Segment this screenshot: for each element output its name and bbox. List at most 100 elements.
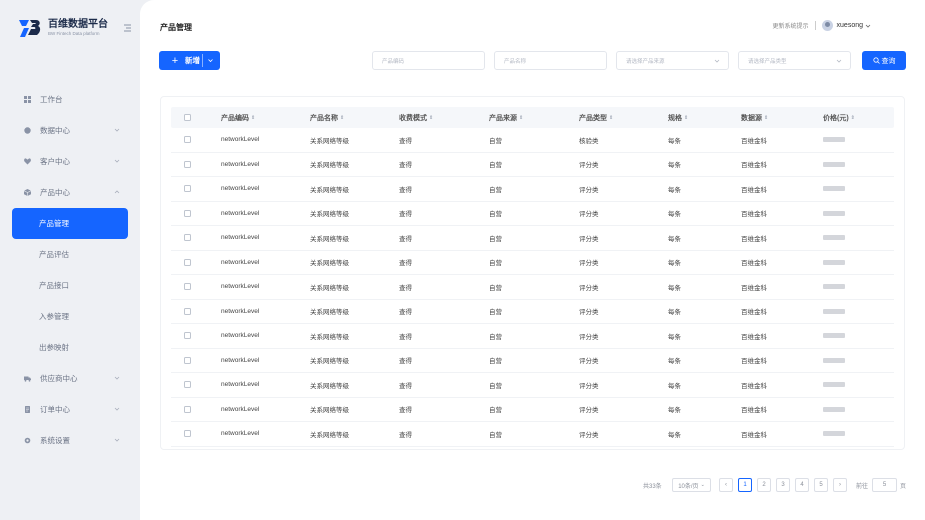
table-cell: 每条 xyxy=(668,407,681,415)
page-3-button[interactable]: 3 xyxy=(776,478,790,492)
table-cell: networkLevel xyxy=(221,307,260,315)
app-title: 百维数据平台 xyxy=(48,19,108,30)
table-row[interactable]: networkLevel 关系网络等级 查得 自营 评分类 每条 百维金科 xyxy=(171,226,894,251)
row-checkbox[interactable] xyxy=(184,332,191,340)
sidebar-item-workbench[interactable]: 工作台 xyxy=(12,84,128,115)
product-code-input[interactable]: 产品编码 xyxy=(372,51,485,70)
sidebar-item-label: 产品接口 xyxy=(39,281,69,290)
product-type-select[interactable]: 请选择产品类型 xyxy=(738,51,851,70)
row-checkbox[interactable] xyxy=(184,307,191,315)
row-checkbox[interactable] xyxy=(184,209,191,217)
page-4-button[interactable]: 4 xyxy=(795,478,809,492)
column-label: 规格 xyxy=(668,114,682,122)
chevron-down-icon[interactable] xyxy=(207,57,214,64)
sidebar-item-label: 系统设置 xyxy=(40,436,70,445)
change-password-link[interactable]: 更新系统提示 xyxy=(773,21,809,30)
main-panel: 产品管理 更新系统提示 xuesong + 新增 产品编码 产品名称 请选择产品… xyxy=(140,0,925,520)
row-checkbox[interactable] xyxy=(184,160,191,168)
table-cell: networkLevel xyxy=(221,405,260,413)
search-button[interactable]: 查询 xyxy=(862,51,906,70)
product-source-select[interactable]: 请选择产品来源 xyxy=(616,51,729,70)
sort-icon[interactable]: ⇕ xyxy=(519,115,523,121)
next-page-button[interactable]: › xyxy=(833,478,847,492)
column-header[interactable]: 价格(元) ⇕ xyxy=(823,107,855,128)
table-row[interactable]: networkLevel 关系网络等级 查得 自营 评分类 每条 百维金科 xyxy=(171,398,894,422)
row-checkbox[interactable] xyxy=(184,283,191,291)
avatar[interactable] xyxy=(821,20,833,31)
goto-page-input[interactable]: 5 xyxy=(872,478,897,492)
sidebar-item-output-mapping[interactable]: 出参映射 xyxy=(12,332,128,363)
table-row[interactable]: networkLevel 关系网络等级 查得 自营 评分类 每条 百维金科 xyxy=(171,202,894,226)
sidebar-item-input-params[interactable]: 入参管理 xyxy=(12,301,128,332)
table-cell: 查得 xyxy=(399,309,412,317)
row-checkbox[interactable] xyxy=(184,405,191,413)
table-cell: 自营 xyxy=(489,309,502,317)
table-row[interactable]: networkLevel 关系网络等级 查得 自营 评分类 每条 百维金科 xyxy=(171,275,894,300)
sidebar-item-supplier-center[interactable]: 供应商中心 xyxy=(12,363,128,394)
page-1-button[interactable]: 1 xyxy=(738,478,752,492)
menu-collapse-icon[interactable] xyxy=(124,24,131,32)
sidebar-item-product-evaluation[interactable]: 产品评估 xyxy=(12,239,128,270)
sort-icon[interactable]: ⇕ xyxy=(764,115,768,121)
row-checkbox[interactable] xyxy=(184,381,191,389)
column-header[interactable]: 产品名称 ⇕ xyxy=(310,107,344,128)
sidebar-item-label: 入参管理 xyxy=(39,312,69,321)
table-cell: 每条 xyxy=(668,260,681,268)
column-header[interactable]: 收费模式 ⇕ xyxy=(399,107,433,128)
app-logo[interactable]: 百维数据平台 BW Fintech Data platform xyxy=(18,18,108,38)
sidebar-item-product-interface[interactable]: 产品接口 xyxy=(12,270,128,301)
sort-icon[interactable]: ⇕ xyxy=(251,115,255,121)
table-cell: 评分类 xyxy=(579,382,599,390)
table-row[interactable]: networkLevel 关系网络等级 查得 自营 评分类 每条 百维金科 xyxy=(171,153,894,177)
table-row[interactable]: networkLevel 关系网络等级 查得 自营 评分类 每条 百维金科 xyxy=(171,324,894,349)
column-header[interactable]: 数据源 ⇕ xyxy=(741,107,768,128)
table-row[interactable]: networkLevel 关系网络等级 查得 自营 核验类 每条 百维金科 xyxy=(171,128,894,153)
table-row[interactable]: networkLevel 关系网络等级 查得 自营 评分类 每条 百维金科 xyxy=(171,422,894,447)
page-5-button[interactable]: 5 xyxy=(814,478,828,492)
document-icon xyxy=(25,406,30,413)
sort-icon[interactable]: ⇕ xyxy=(609,115,613,121)
table-row[interactable]: networkLevel 关系网络等级 查得 自营 评分类 每条 百维金科 xyxy=(171,349,894,373)
sidebar-item-order-center[interactable]: 订单中心 xyxy=(12,394,128,425)
table-row[interactable]: networkLevel 关系网络等级 查得 自营 评分类 每条 百维金科 xyxy=(171,373,894,398)
select-all-checkbox[interactable] xyxy=(184,114,191,121)
row-checkbox[interactable] xyxy=(184,430,191,438)
sidebar-item-product-management[interactable]: 产品管理 xyxy=(12,208,128,239)
column-header[interactable]: 产品编码 ⇕ xyxy=(221,107,255,128)
table-cell: 百维金科 xyxy=(741,431,767,439)
table-cell: networkLevel xyxy=(221,234,260,242)
table-row[interactable]: networkLevel 关系网络等级 查得 自营 评分类 每条 百维金科 xyxy=(171,177,894,202)
sidebar-item-data-center[interactable]: 数据中心 xyxy=(12,115,128,146)
table-cell: 评分类 xyxy=(579,162,599,170)
row-checkbox[interactable] xyxy=(184,185,191,193)
table-cell: 每条 xyxy=(668,284,681,292)
table-cell: 百维金科 xyxy=(741,235,767,243)
page-size-select[interactable]: 10条/页 ⌄ xyxy=(672,478,711,492)
row-checkbox[interactable] xyxy=(184,258,191,266)
product-table: 产品编码 ⇕ 产品名称 ⇕ 收费模式 ⇕ 产品来源 ⇕ 产品类型 ⇕ 规格 ⇕ 数据源 ⇕ 价… xyxy=(160,96,905,450)
sort-icon[interactable]: ⇕ xyxy=(429,115,433,121)
table-row[interactable]: networkLevel 关系网络等级 查得 自营 评分类 每条 百维金科 xyxy=(171,300,894,324)
row-checkbox[interactable] xyxy=(184,234,191,242)
chevron-down-icon xyxy=(836,59,842,63)
sort-icon[interactable]: ⇕ xyxy=(340,115,344,121)
row-checkbox[interactable] xyxy=(184,356,191,364)
sort-icon[interactable]: ⇕ xyxy=(684,115,688,121)
prev-page-button[interactable]: ‹ xyxy=(719,478,733,492)
sidebar-item-customer-center[interactable]: 客户中心 xyxy=(12,146,128,177)
page-2-button[interactable]: 2 xyxy=(757,478,771,492)
column-header[interactable]: 产品来源 ⇕ xyxy=(489,107,523,128)
sidebar-item-product-center[interactable]: 产品中心 xyxy=(12,177,128,208)
product-name-input[interactable]: 产品名称 xyxy=(494,51,607,70)
row-checkbox[interactable] xyxy=(184,136,191,144)
table-cell: 每条 xyxy=(668,333,681,341)
table-row[interactable]: networkLevel 关系网络等级 查得 自营 评分类 每条 百维金科 xyxy=(171,251,894,275)
sort-icon[interactable]: ⇕ xyxy=(851,115,855,121)
username[interactable]: xuesong xyxy=(837,22,863,29)
chevron-down-icon[interactable] xyxy=(865,23,871,29)
column-header[interactable]: 规格 ⇕ xyxy=(668,107,688,128)
column-label: 数据源 xyxy=(741,114,762,122)
add-button[interactable]: + 新增 xyxy=(159,51,220,70)
column-header[interactable]: 产品类型 ⇕ xyxy=(579,107,613,128)
sidebar-item-system-settings[interactable]: 系统设置 xyxy=(12,425,128,456)
